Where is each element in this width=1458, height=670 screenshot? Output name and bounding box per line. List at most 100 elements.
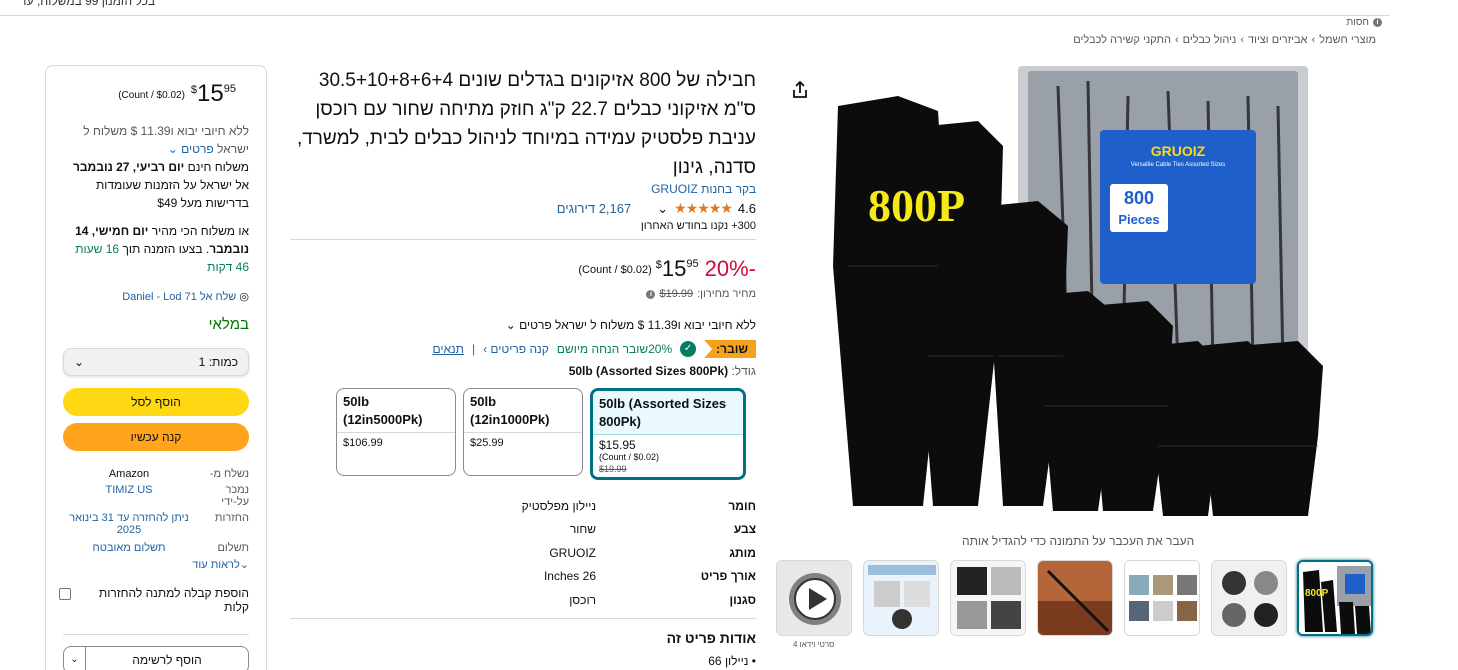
chevron-down-icon: ⌄ xyxy=(239,559,249,571)
seller-row: החזרות ניתן להחזרה עד 31 בינואר 2025 xyxy=(59,512,249,536)
spec-value: 26 Inches xyxy=(543,569,596,584)
divider xyxy=(63,634,249,635)
rating-row: 4.6 ★★★★★ ⌄ 2,167 דירוגים xyxy=(286,200,756,217)
svg-text:800P: 800P xyxy=(1305,588,1329,599)
gift-receipt-checkbox[interactable] xyxy=(59,588,71,600)
sponsored-text: חסות xyxy=(1346,17,1369,28)
thumbnail-image[interactable] xyxy=(863,560,939,636)
reviews-link[interactable]: 2,167 דירוגים xyxy=(557,201,632,216)
breadcrumb-item[interactable]: ניהול כבלים xyxy=(1183,34,1237,46)
gift-receipt-label: הוספת קבלה למתנה להחזרות קלות xyxy=(98,586,249,614)
breadcrumb-item[interactable]: מוצרי חשמל xyxy=(1319,34,1376,46)
top-notice-text: בכל הזמנון 99 במשלוח, עד xyxy=(20,0,156,8)
sponsored-label[interactable]: חסות i xyxy=(1346,17,1382,28)
size-option[interactable]: 50lb (12in5000Pk) $106.99 xyxy=(336,388,456,476)
chevron-left-icon: › xyxy=(1311,34,1316,46)
price-whole: 15 xyxy=(661,256,687,281)
discount-badge: -20% xyxy=(704,256,756,281)
video-count: 4 סרטי וידאו xyxy=(793,640,835,649)
fast-mid: . בצעו הזמנה תוך xyxy=(122,242,210,256)
buybox-price: (Count / $0.02) $ 15 95 xyxy=(118,80,236,108)
returns-link[interactable]: ניתן להחזרה עד 31 בינואר 2025 xyxy=(59,512,199,536)
price-fraction: 95 xyxy=(686,258,699,270)
free-delivery: משלוח חינם יום רביעי, 27 נובמבר אל ישראל… xyxy=(59,158,249,212)
seller-row: נשלח מ- Amazon xyxy=(59,468,249,480)
seller-key: נמכר על-ידי xyxy=(221,484,249,508)
fastest-delivery: או משלוח הכי מהיר יום חמישי, 14 נובמבר. … xyxy=(59,222,249,276)
bought-count: 300+ נקנו בחודש האחרון xyxy=(640,220,756,232)
thumbnail-image-selected[interactable]: 800P xyxy=(1297,560,1373,636)
size-option-name: 50lb (Assorted Sizes 800Pk) xyxy=(593,391,743,435)
coupon-badge: שובר: xyxy=(704,340,756,358)
breadcrumb-item[interactable]: אביזרים וציוד xyxy=(1248,34,1308,46)
qty-value: 1 xyxy=(198,355,206,369)
chevron-down-icon: ⌄ xyxy=(74,355,85,369)
qty-label: כמות: xyxy=(208,355,238,369)
box-brand: GRUOIZ xyxy=(1151,143,1206,159)
store-link[interactable]: בקר בחנות GRUOIZ xyxy=(286,182,756,196)
buy-box: (Count / $0.02) $ 15 95 ללא חיובי יבוא ו… xyxy=(45,65,267,670)
size-price: $25.99 xyxy=(470,437,504,449)
import-fees: ללא חיובי יבוא ו11.39 $ משלוח ל ישראל פר… xyxy=(59,122,249,158)
details-link-label: פרטים xyxy=(181,142,214,156)
breadcrumb-item[interactable]: התקני קשירה לכבלים xyxy=(1073,34,1171,46)
coupon-terms-link[interactable]: תנאים xyxy=(432,342,464,356)
thumbnail-image[interactable] xyxy=(950,560,1026,636)
share-icon[interactable] xyxy=(790,80,810,100)
breadcrumb: מוצרי חשמל › אביזרים וציוד › ניהול כבלים › … xyxy=(1073,34,1376,46)
chevron-down-icon[interactable]: ⌄ xyxy=(64,647,86,670)
fast-label: או משלוח הכי מהיר xyxy=(151,224,249,238)
spec-key: סגנון xyxy=(729,592,756,607)
seller-link[interactable]: TIMIZ US xyxy=(59,484,199,508)
size-option-selected[interactable]: 50lb (Assorted Sizes 800Pk) $15.95 (Coun… xyxy=(590,388,746,480)
chevron-down-icon[interactable]: ⌄ xyxy=(506,318,516,332)
chevron-down-icon[interactable]: ⌄ xyxy=(657,201,668,217)
about-bullet: • ניילון 66 xyxy=(708,654,756,668)
spec-key: חומר xyxy=(728,498,756,513)
box-count: 800 xyxy=(1124,188,1154,208)
seller-row: נמכר על-ידי TIMIZ US xyxy=(59,484,249,508)
thumbnail-image[interactable] xyxy=(1037,560,1113,636)
buybox-unit-price: (Count / $0.02) xyxy=(118,90,185,101)
add-to-list-button[interactable]: הוסף לרשימה ⌄ xyxy=(63,646,249,670)
ship-to-location[interactable]: ◎ שלח אל Daniel - Lod 71 xyxy=(59,288,249,306)
seller-key: תשלום xyxy=(217,542,249,554)
product-price: (Count / $0.02) $ 15 95 xyxy=(578,256,698,282)
spec-value: שחור xyxy=(569,522,596,537)
spec-row: סגנון רוכסן xyxy=(290,588,756,612)
overlay-text: 800P xyxy=(868,180,965,231)
check-icon: ✓ xyxy=(680,341,697,357)
payment-link[interactable]: תשלום מאובטח xyxy=(59,542,199,554)
chevron-left-icon: › xyxy=(1174,34,1179,46)
see-more-label: לראות עוד xyxy=(192,559,240,571)
size-label-row: גודל: 50lb (Assorted Sizes 800Pk) xyxy=(286,364,756,378)
list-price-label: מחיר מחירון: xyxy=(697,288,756,300)
price-whole: 15 xyxy=(197,80,224,107)
thumbnail-video[interactable] xyxy=(776,560,852,636)
spec-value: רוכסן xyxy=(569,592,596,607)
star-rating-icon[interactable]: ★★★★★ xyxy=(674,200,733,217)
info-icon[interactable]: i xyxy=(646,289,656,299)
info-icon[interactable]: i xyxy=(1373,18,1382,27)
buy-now-button[interactable]: קנה עכשיו xyxy=(63,423,249,451)
thumbnail-image[interactable] xyxy=(1124,560,1200,636)
gift-receipt-option[interactable]: הוספת קבלה למתנה להחזרות קלות xyxy=(59,586,249,614)
spec-row: צבע שחור xyxy=(290,518,756,542)
see-more-link[interactable]: ⌄לראות עוד xyxy=(59,558,249,571)
size-option-price: $15.95 (Count / $0.02) $19.99 xyxy=(593,435,743,477)
thumbnail-image[interactable] xyxy=(1211,560,1287,636)
size-option[interactable]: 50lb (12in1000Pk) $25.99 xyxy=(463,388,583,476)
list-price-value: $19.99 xyxy=(659,288,694,300)
box-subtitle: Versatile Cable Ties Assorted Sizes xyxy=(1131,162,1225,168)
size-price: $106.99 xyxy=(343,437,383,449)
add-to-cart-button[interactable]: הוסף לסל xyxy=(63,388,249,416)
coupon-shop-link[interactable]: קנה פריטים › xyxy=(483,342,549,356)
product-title: חבילה של 800 אזיקונים בגדלים שונים 30.5+… xyxy=(296,70,756,178)
coupon-text: 20%שובר הנחה מיושם xyxy=(556,342,673,356)
box-count-word: Pieces xyxy=(1118,212,1159,227)
main-product-image[interactable]: GRUOIZ Versatile Cable Ties Assorted Siz… xyxy=(828,66,1328,522)
details-link[interactable]: פרטים ⌄ xyxy=(168,142,214,156)
quantity-select[interactable]: כמות: 1 ⌄ xyxy=(63,348,249,376)
ship-to-link[interactable]: שלח אל Daniel - Lod 71 xyxy=(122,291,236,303)
free-delivery-label: משלוח חינם xyxy=(187,160,249,174)
